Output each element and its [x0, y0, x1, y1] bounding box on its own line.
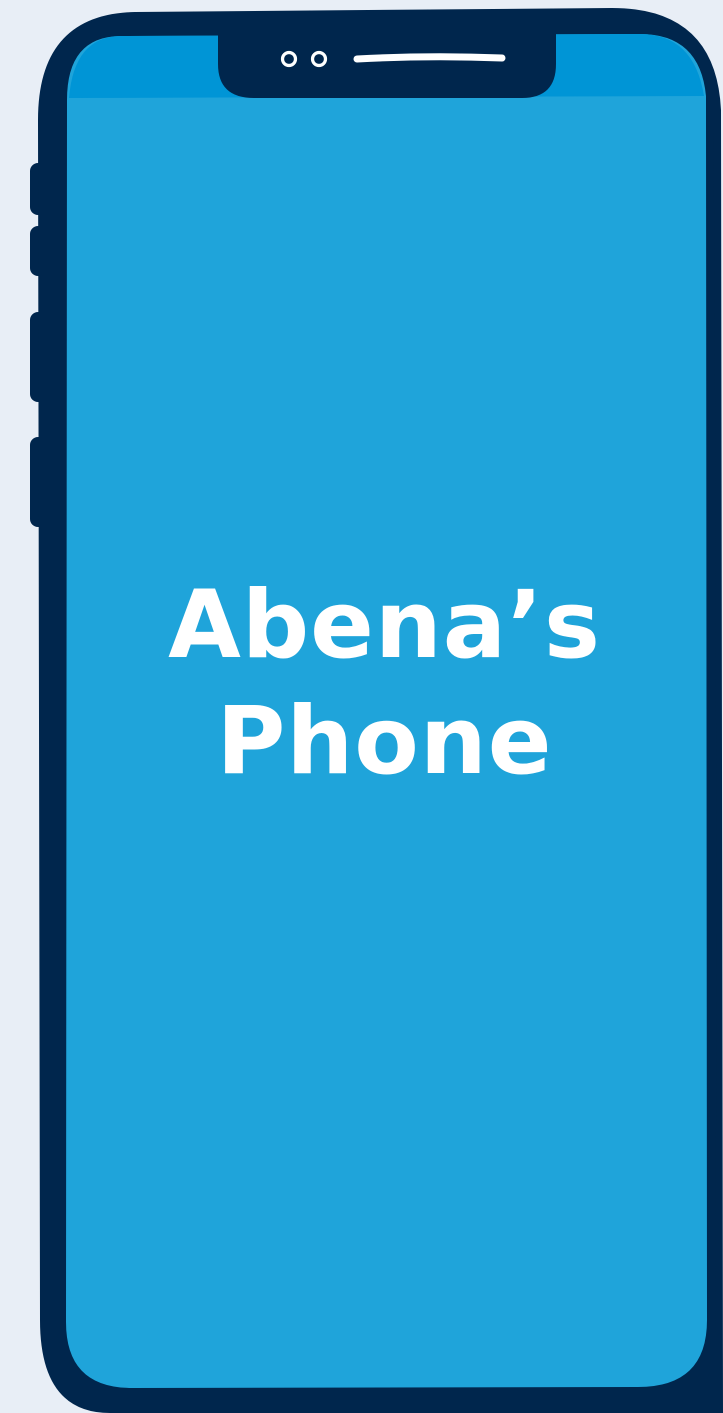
phone-owner-title: Abena’s Phone [66, 568, 703, 800]
phone-notch [218, 30, 556, 98]
title-line-1: Abena’s [168, 571, 601, 680]
frame-edge-stroke [706, 126, 717, 1344]
phone-illustration: Abena’s Phone [0, 0, 723, 1413]
speaker-grille-icon [353, 53, 506, 63]
title-line-2: Phone [216, 687, 553, 796]
